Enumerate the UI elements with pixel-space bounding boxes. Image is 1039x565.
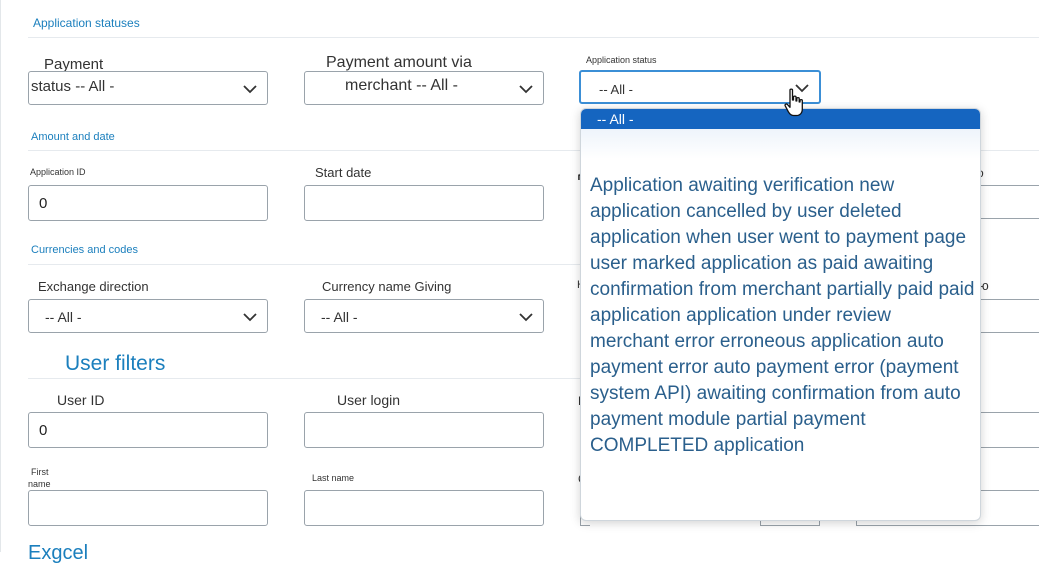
- dropdown-hover-band: [581, 129, 980, 159]
- payment-amount-merchant-value: merchant -- All -: [345, 77, 458, 94]
- user-login-input[interactable]: [304, 412, 544, 448]
- chevron-down-icon: [243, 312, 257, 322]
- user-login-label: User login: [337, 392, 401, 408]
- section-title-currencies: Currencies and codes: [31, 244, 139, 256]
- section-divider: [981, 150, 1039, 151]
- application-status-value: -- All -: [599, 82, 633, 97]
- hand-pointer-icon: [784, 88, 804, 123]
- hidden-end-date-input[interactable]: [978, 185, 1039, 219]
- payment-amount-merchant-label: Payment amount via: [326, 54, 472, 71]
- chevron-down-icon: [519, 84, 533, 94]
- section-title-amount-date: Amount and date: [31, 131, 115, 143]
- chevron-down-icon: [519, 312, 533, 322]
- exchange-direction-value: -- All -: [45, 309, 82, 325]
- payment-status-label-2: status -- All -: [31, 78, 115, 95]
- section-divider: [28, 37, 1039, 38]
- last-name-label: Last name: [312, 473, 355, 483]
- user-id-label: User ID: [57, 392, 105, 408]
- dropdown-options[interactable]: Application awaiting verification new ap…: [590, 173, 975, 459]
- currency-giving-label: Currency name Giving: [322, 279, 452, 294]
- start-date-input[interactable]: [304, 185, 544, 221]
- application-id-input[interactable]: 0: [28, 185, 268, 221]
- page-left-border: [0, 0, 1, 552]
- section-divider: [28, 150, 580, 151]
- payment-amount-merchant-select[interactable]: merchant -- All -: [304, 71, 544, 105]
- section-divider: [28, 264, 580, 265]
- user-id-value: 0: [39, 422, 48, 439]
- first-name-input[interactable]: [28, 490, 268, 526]
- exchange-direction-select[interactable]: -- All -: [28, 299, 268, 333]
- chevron-down-icon: [243, 84, 257, 94]
- application-id-label: Application ID: [30, 167, 86, 177]
- currency-giving-value: -- All -: [321, 309, 358, 325]
- dropdown-selected-label: -- All -: [597, 111, 634, 127]
- application-status-label: Application status: [586, 55, 657, 65]
- currency-giving-select[interactable]: -- All -: [304, 299, 544, 333]
- application-status-dropdown[interactable]: -- All - Application awaiting verificati…: [580, 108, 981, 521]
- last-name-input[interactable]: [304, 490, 544, 526]
- hidden-input[interactable]: [978, 412, 1039, 448]
- exchange-direction-label: Exchange direction: [38, 279, 149, 294]
- hidden-select[interactable]: [978, 299, 1039, 333]
- user-id-input[interactable]: 0: [28, 412, 268, 448]
- section-divider: [28, 378, 580, 379]
- start-date-label: Start date: [315, 165, 372, 180]
- first-name-label: First name: [28, 467, 51, 489]
- dropdown-selected-option[interactable]: -- All -: [581, 109, 980, 129]
- application-id-value: 0: [39, 195, 48, 212]
- bottom-section-title: Exgcel: [28, 542, 89, 564]
- section-title-user-filters: User filters: [65, 352, 166, 375]
- section-title-application-statuses: Application statuses: [33, 16, 140, 30]
- payment-status-select[interactable]: status -- All -: [28, 71, 268, 105]
